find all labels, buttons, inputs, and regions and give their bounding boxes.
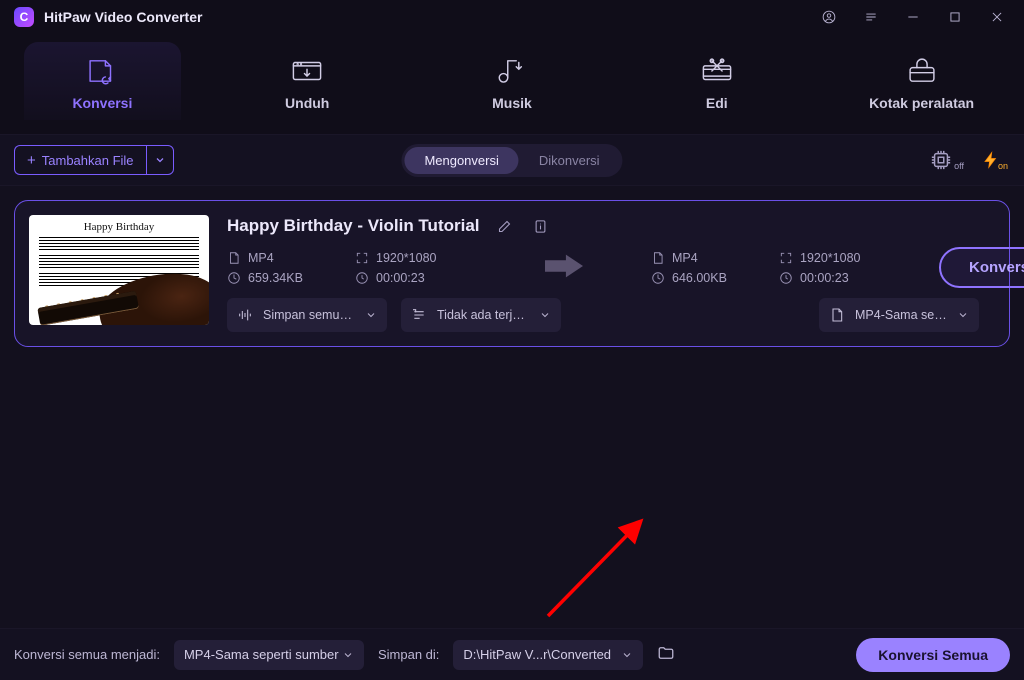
- convert-all-to-label: Konversi semua menjadi:: [14, 647, 160, 662]
- save-to-value: D:\HitPaw V...r\Converted: [463, 647, 611, 662]
- footer: Konversi semua menjadi: MP4-Sama seperti…: [0, 628, 1024, 680]
- minimize-button[interactable]: [892, 0, 934, 34]
- tab-musik[interactable]: Musik: [410, 34, 615, 134]
- maximize-button[interactable]: [934, 0, 976, 34]
- subtitle-dropdown[interactable]: Tidak ada terjem...: [401, 298, 561, 332]
- status-segment: Mengonversi Dikonversi: [401, 144, 622, 177]
- thumbnail-title: Happy Birthday: [29, 221, 209, 233]
- open-folder-button[interactable]: [657, 644, 675, 665]
- tab-label: Konversi: [72, 95, 132, 111]
- edit-title-button[interactable]: [494, 215, 516, 237]
- segment-converting[interactable]: Mengonversi: [404, 147, 518, 174]
- close-button[interactable]: [976, 0, 1018, 34]
- subtitle-label: Tidak ada terjem...: [437, 308, 529, 322]
- save-to-label: Simpan di:: [378, 647, 439, 662]
- tab-unduh[interactable]: Unduh: [205, 34, 410, 134]
- output-format-dropdown[interactable]: MP4-Sama seper...: [819, 298, 979, 332]
- tab-kotak-peralatan[interactable]: Kotak peralatan: [819, 34, 1024, 134]
- titlebar: C HitPaw Video Converter: [0, 0, 1024, 34]
- source-resolution: 1920*1080: [376, 251, 436, 265]
- tab-label: Musik: [492, 95, 532, 111]
- hardware-accel-state: off: [954, 161, 964, 171]
- source-size: 659.34KB: [248, 271, 303, 285]
- card-main: Happy Birthday - Violin Tutorial MP4 192…: [227, 215, 1024, 332]
- plus-icon: +: [27, 153, 36, 168]
- source-format: MP4: [248, 251, 274, 265]
- add-file-button[interactable]: + Tambahkan File: [14, 145, 146, 175]
- audio-track-label: Simpan semua tr...: [263, 308, 355, 322]
- file-info-button[interactable]: [530, 215, 552, 237]
- convert-all-to-value: MP4-Sama seperti sumber: [184, 647, 339, 662]
- options-row: Simpan semua tr... Tidak ada terjem... M…: [227, 298, 1024, 332]
- save-to-dropdown[interactable]: D:\HitPaw V...r\Converted: [453, 640, 643, 670]
- tab-label: Edi: [706, 95, 728, 111]
- convert-button[interactable]: Konversi: [939, 247, 1024, 288]
- convert-all-to-dropdown[interactable]: MP4-Sama seperti sumber: [174, 640, 364, 670]
- add-file-dropdown[interactable]: [146, 145, 174, 175]
- toolbar: + Tambahkan File Mengonversi Dikonversi …: [0, 134, 1024, 186]
- turbo-toggle[interactable]: on: [982, 149, 1010, 171]
- hardware-accel-toggle[interactable]: off: [930, 149, 964, 171]
- target-meta: MP4 1920*1080 646.00KB 00:00:23: [651, 251, 901, 285]
- tab-konversi[interactable]: Konversi: [0, 34, 205, 134]
- source-meta: MP4 1920*1080 659.34KB 00:00:23: [227, 251, 477, 285]
- target-resolution: 1920*1080: [800, 251, 860, 265]
- app-logo: C: [14, 7, 34, 27]
- meta-row: MP4 1920*1080 659.34KB 00:00:23 MP4 1920…: [227, 247, 1024, 288]
- tab-edi[interactable]: Edi: [614, 34, 819, 134]
- tab-label: Unduh: [285, 95, 329, 111]
- output-format-label: MP4-Sama seper...: [855, 308, 947, 322]
- function-tabs: Konversi Unduh Musik Edi Kotak peralatan: [0, 34, 1024, 134]
- file-card: Happy Birthday Happy Birthday - Violin T…: [14, 200, 1010, 347]
- turbo-state: on: [998, 161, 1008, 171]
- arrow-icon: [545, 254, 583, 281]
- annotation-arrow: [540, 516, 660, 628]
- target-size: 646.00KB: [672, 271, 727, 285]
- audio-track-dropdown[interactable]: Simpan semua tr...: [227, 298, 387, 332]
- add-file-label: Tambahkan File: [42, 153, 134, 168]
- account-icon[interactable]: [808, 0, 850, 34]
- menu-icon[interactable]: [850, 0, 892, 34]
- segment-converted[interactable]: Dikonversi: [519, 147, 620, 174]
- tab-label: Kotak peralatan: [869, 95, 974, 111]
- target-duration: 00:00:23: [800, 271, 849, 285]
- convert-all-button[interactable]: Konversi Semua: [856, 638, 1010, 672]
- video-thumbnail[interactable]: Happy Birthday: [29, 215, 209, 325]
- add-file-group: + Tambahkan File: [14, 145, 174, 175]
- content-area: Happy Birthday Happy Birthday - Violin T…: [0, 186, 1024, 628]
- target-format: MP4: [672, 251, 698, 265]
- file-title: Happy Birthday - Violin Tutorial: [227, 216, 480, 236]
- app-title: HitPaw Video Converter: [44, 9, 202, 25]
- source-duration: 00:00:23: [376, 271, 425, 285]
